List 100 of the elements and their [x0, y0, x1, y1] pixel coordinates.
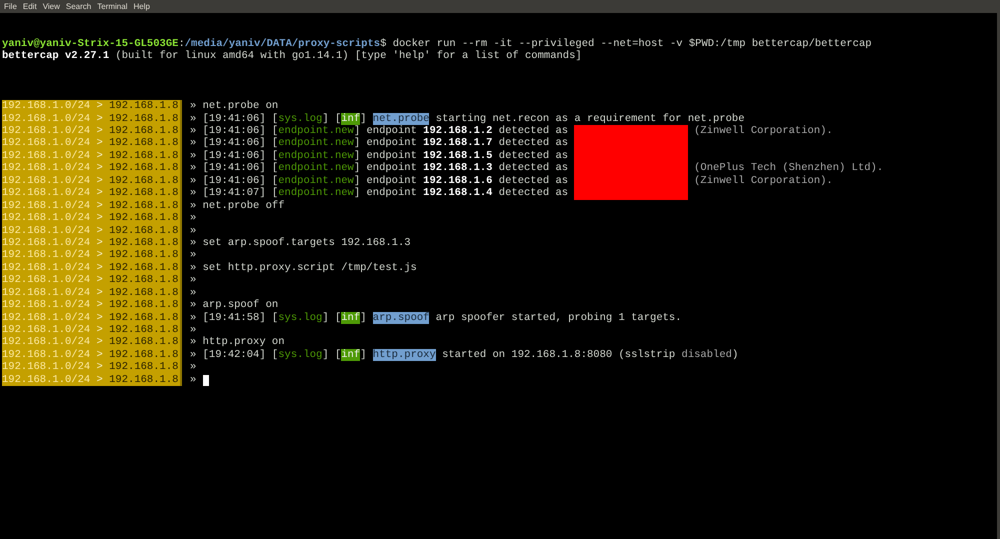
- log-tag: endpoint.new: [278, 125, 354, 138]
- log-tag: sys.log: [278, 112, 322, 125]
- log-text: 192.168.1.6: [423, 174, 492, 188]
- prompt-marker: »: [190, 312, 196, 324]
- log-tag: endpoint.new: [278, 174, 354, 188]
- log-text: http.proxy on: [202, 336, 285, 349]
- module-tag: arp.spoof: [372, 312, 430, 324]
- prompt-marker: »: [190, 150, 196, 162]
- log-text: 192.168.1.5: [423, 150, 492, 162]
- log-text: ] endpoint: [354, 162, 418, 175]
- menu-item[interactable]: Help: [133, 0, 150, 13]
- level-badge: inf: [341, 348, 360, 362]
- prompt-marker: »: [190, 137, 196, 150]
- log-tag: sys.log: [278, 312, 322, 324]
- log-tag: sys.log: [278, 348, 322, 362]
- session-prompt: 192.168.1.0/24 > 192.168.1.8: [2, 348, 182, 362]
- log-text: disabled: [682, 348, 732, 362]
- prompt-marker: »: [190, 361, 196, 374]
- log-text: starting net.recon as a requirement for net.probe: [434, 112, 745, 125]
- prompt-marker: »: [190, 187, 196, 200]
- log-text: ): [732, 348, 738, 362]
- prompt-marker: »: [190, 100, 196, 113]
- session-prompt: 192.168.1.0/24 > 192.168.1.8: [2, 299, 182, 312]
- log-text: net.probe on: [202, 100, 278, 113]
- menu-item[interactable]: File: [4, 0, 17, 13]
- prompt-marker: »: [190, 374, 196, 386]
- menu-item[interactable]: View: [42, 0, 60, 13]
- prompt-marker: »: [190, 262, 196, 274]
- session-prompt: 192.168.1.0/24 > 192.168.1.8: [2, 162, 182, 175]
- session-prompt: 192.168.1.0/24 > 192.168.1.8: [2, 150, 182, 162]
- log-text: ]: [360, 348, 368, 362]
- prompt-marker: »: [190, 236, 196, 250]
- log-text: ] [: [322, 112, 342, 125]
- prompt-marker: »: [190, 125, 196, 138]
- prompt-marker: »: [190, 224, 196, 237]
- log-text: net.probe off: [202, 200, 285, 212]
- log-text: started on 192.168.1.8:8080 (sslstrip: [441, 348, 676, 362]
- log-text: ] endpoint: [354, 150, 418, 162]
- log-text: detected as: [498, 162, 570, 175]
- log-text: 192.168.1.3: [423, 162, 492, 175]
- prompt-marker: »: [190, 324, 196, 336]
- log-text: ] endpoint: [354, 137, 418, 150]
- log-text: detected as: [498, 137, 570, 150]
- session-prompt: 192.168.1.0/24 > 192.168.1.8: [2, 336, 182, 349]
- log-tag: endpoint.new: [278, 137, 354, 150]
- prompt-marker: »: [190, 348, 196, 362]
- log-text: $ docker run --rm -it --privileged --net=host -v $PWD:/tmp bettercap/bettercap: [380, 38, 872, 50]
- prompt-marker: »: [190, 249, 196, 262]
- level-badge: inf: [341, 112, 360, 125]
- log-text: ]: [360, 312, 368, 324]
- log-tag: endpoint.new: [278, 187, 354, 200]
- session-prompt: 192.168.1.0/24 > 192.168.1.8: [2, 125, 182, 138]
- session-prompt: 192.168.1.0/24 > 192.168.1.8: [2, 137, 182, 150]
- session-prompt: 192.168.1.0/24 > 192.168.1.8: [2, 249, 182, 262]
- log-text: (built for linux amd64 with go1.14.1) [type 'help' for a list of commands]: [114, 50, 582, 62]
- menu-item[interactable]: Terminal: [97, 0, 128, 13]
- prompt-marker: »: [190, 212, 196, 224]
- log-text: 192.168.1.4: [423, 187, 492, 200]
- session-prompt: 192.168.1.0/24 > 192.168.1.8: [2, 200, 182, 212]
- prompt-marker: »: [190, 112, 196, 125]
- prompt-marker: »: [190, 200, 196, 212]
- menu-item[interactable]: Edit: [22, 0, 37, 13]
- log-tag: endpoint.new: [278, 150, 354, 162]
- session-prompt: 192.168.1.0/24 > 192.168.1.8: [2, 174, 182, 188]
- log-text: ] endpoint: [354, 187, 418, 200]
- log-text: (OnePlus Tech (Shenzhen) Ltd).: [693, 162, 884, 175]
- session-prompt: 192.168.1.0/24 > 192.168.1.8: [2, 312, 182, 324]
- log-text: bettercap v2.27.1: [2, 50, 110, 62]
- prompt-marker: »: [190, 286, 196, 300]
- session-prompt: 192.168.1.0/24 > 192.168.1.8: [2, 212, 182, 224]
- user-host-text: yaniv@yaniv-Strix-15-GL503GE: [2, 38, 178, 50]
- session-prompt: 192.168.1.0/24 > 192.168.1.8: [2, 324, 182, 336]
- log-text: [19:41:06] [: [202, 162, 278, 175]
- log-tag: endpoint.new: [278, 162, 354, 175]
- prompt-marker: »: [190, 336, 196, 349]
- log-text: [19:41:06] [: [202, 174, 278, 187]
- log-text: ] [: [322, 348, 342, 362]
- path-text: /media/yaniv/DATA/proxy-scripts: [184, 38, 380, 50]
- menu-item[interactable]: Search: [66, 0, 92, 13]
- module-tag: http.proxy: [372, 348, 436, 362]
- log-text: detected as: [498, 187, 570, 200]
- session-prompt: 192.168.1.0/24 > 192.168.1.8: [2, 187, 182, 200]
- log-text: 192.168.1.2: [423, 125, 492, 138]
- session-prompt: 192.168.1.0/24 > 192.168.1.8: [2, 224, 182, 237]
- prompt-marker: »: [190, 174, 196, 188]
- log-text: set arp.spoof.targets 192.168.1.3: [202, 236, 411, 250]
- log-text: [19:41:06] [: [202, 150, 278, 162]
- log-text: [19:41:06] [: [202, 137, 278, 150]
- log-text: [19:41:07] [: [202, 187, 278, 200]
- log-text: ] [: [322, 312, 342, 324]
- log-text: detected as: [498, 150, 570, 162]
- log-text: [19:41:06] [: [202, 112, 278, 125]
- cursor: [202, 374, 209, 386]
- prompt-marker: »: [190, 274, 196, 287]
- log-text: [19:41:06] [: [202, 125, 278, 137]
- log-text: arp.spoof on: [202, 299, 278, 312]
- session-prompt: 192.168.1.0/24 > 192.168.1.8: [2, 374, 182, 386]
- log-text: [19:41:58] [: [202, 312, 278, 324]
- session-prompt: 192.168.1.0/24 > 192.168.1.8: [2, 274, 182, 287]
- log-text: (Zinwell Corporation).: [693, 174, 833, 188]
